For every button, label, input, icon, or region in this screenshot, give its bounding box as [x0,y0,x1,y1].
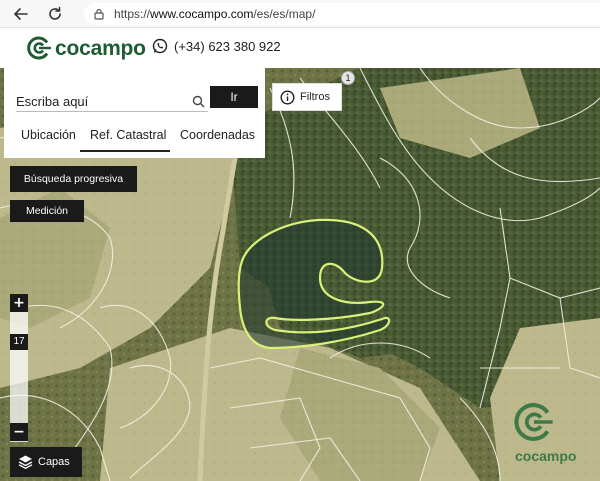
measure-button[interactable]: Medición [10,200,84,222]
tab-coordenadas[interactable]: Coordenadas [180,128,255,142]
url-text: https://www.cocampo.com/es/es/map/ [114,7,316,21]
site-info-icon[interactable] [92,7,106,21]
filters-label: Filtros [300,91,330,103]
go-button[interactable]: Ir [210,86,258,108]
progressive-search-button[interactable]: Búsqueda progresiva [10,166,137,192]
tab-ubicacion[interactable]: Ubicación [21,128,76,142]
reload-icon[interactable] [46,5,64,23]
phone-number[interactable]: (+34) 623 380 922 [174,39,281,54]
browser-toolbar: https://www.cocampo.com/es/es/map/ [0,0,600,28]
cocampo-watermark-logo-icon [514,403,553,441]
filters-count-badge: 1 [341,71,355,85]
search-icon[interactable] [192,95,205,108]
search-panel: Ir Ubicación Ref. Catastral Coordenadas [4,68,265,158]
zoom-slider[interactable] [10,296,28,442]
layers-icon [18,455,33,469]
layers-label: Capas [38,456,70,468]
filters-button[interactable]: Filtros [272,83,342,111]
info-icon [280,90,295,105]
cocampo-logo-icon[interactable] [26,35,52,61]
back-arrow-icon[interactable] [12,5,30,23]
tab-ref-catastral[interactable]: Ref. Catastral [90,128,166,142]
whatsapp-icon [152,38,168,54]
address-bar[interactable]: https://www.cocampo.com/es/es/map/ [84,3,600,25]
watermark-text: cocampo [515,448,577,464]
site-header: cocampo (+34) 623 380 922 [0,28,600,68]
search-input[interactable] [16,92,208,112]
zoom-out-button[interactable]: − [10,423,28,441]
layers-button[interactable]: Capas [10,447,82,477]
active-tab-indicator [80,150,170,152]
brand-name[interactable]: cocampo [55,37,146,61]
zoom-level-indicator[interactable]: 17 [10,334,28,350]
zoom-in-button[interactable]: + [10,294,28,312]
